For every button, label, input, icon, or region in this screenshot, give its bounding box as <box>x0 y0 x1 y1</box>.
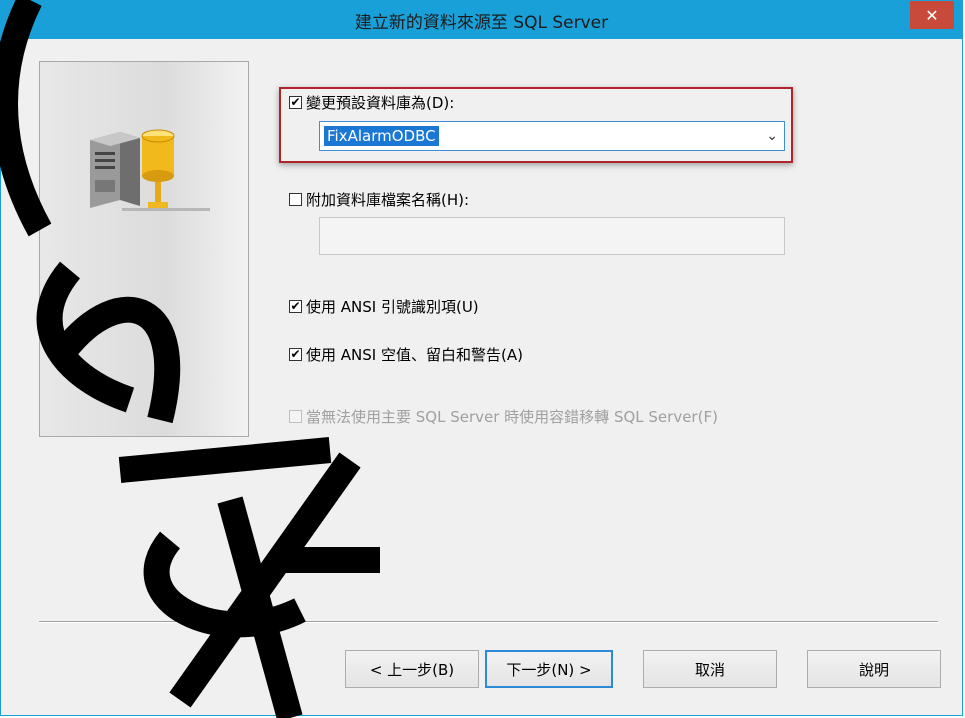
ansi-quoted-label: 使用 ANSI 引號識別項(U) <box>306 298 479 316</box>
chevron-down-icon[interactable]: ⌄ <box>766 128 778 144</box>
cancel-button[interactable]: 取消 <box>643 650 777 688</box>
failover-option: 當無法使用主要 SQL Server 時使用容錯移轉 SQL Server(F) <box>289 406 718 427</box>
server-database-icon <box>90 129 210 211</box>
dialog-client: ✔ 變更預設資料庫為(D): FixAlarmODBC ⌄ 附加資料庫檔案名稱(… <box>9 39 954 707</box>
help-button[interactable]: 說明 <box>807 650 941 688</box>
attach-db-checkbox[interactable] <box>289 193 302 206</box>
back-button[interactable]: < 上一步(B) <box>345 650 479 688</box>
failover-checkbox <box>289 410 302 423</box>
change-default-db-checkbox[interactable]: ✔ <box>289 96 302 109</box>
ansi-quoted-option[interactable]: ✔ 使用 ANSI 引號識別項(U) <box>289 296 479 317</box>
attach-db-option[interactable]: 附加資料庫檔案名稱(H): <box>289 189 469 210</box>
ansi-nulls-option[interactable]: ✔ 使用 ANSI 空值、留白和警告(A) <box>289 344 523 365</box>
failover-label: 當無法使用主要 SQL Server 時使用容錯移轉 SQL Server(F) <box>306 408 718 426</box>
change-default-db-option[interactable]: ✔ 變更預設資料庫為(D): <box>289 92 454 113</box>
next-button[interactable]: 下一步(N) > <box>485 650 613 688</box>
attach-db-file-input <box>319 217 785 255</box>
ansi-quoted-checkbox[interactable]: ✔ <box>289 300 302 313</box>
dialog-window: 建立新的資料來源至 SQL Server ✕ ✔ 變更預設資料庫為(D): Fi… <box>0 0 963 716</box>
attach-db-label: 附加資料庫檔案名稱(H): <box>306 191 470 209</box>
ansi-nulls-label: 使用 ANSI 空值、留白和警告(A) <box>306 346 523 364</box>
window-title: 建立新的資料來源至 SQL Server <box>354 12 609 33</box>
default-db-dropdown[interactable]: FixAlarmODBC ⌄ <box>319 121 785 151</box>
title-bar[interactable]: 建立新的資料來源至 SQL Server ✕ <box>1 1 962 39</box>
button-separator <box>39 621 938 623</box>
close-button[interactable]: ✕ <box>910 1 954 29</box>
close-icon: ✕ <box>925 5 939 25</box>
ansi-nulls-checkbox[interactable]: ✔ <box>289 348 302 361</box>
side-banner <box>39 61 249 437</box>
change-default-db-label: 變更預設資料庫為(D): <box>306 94 455 112</box>
default-db-value: FixAlarmODBC <box>324 126 439 146</box>
